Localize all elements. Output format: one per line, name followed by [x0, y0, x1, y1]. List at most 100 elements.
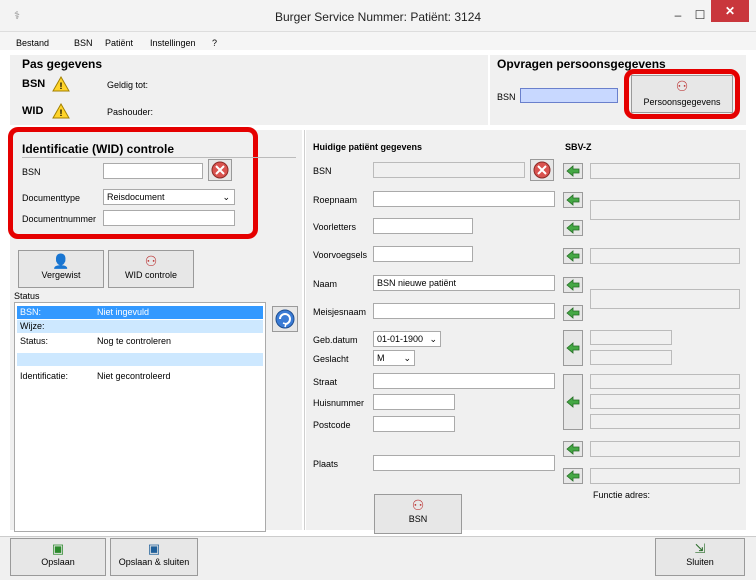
vergewist-button[interactable]: 👤 Vergewist	[18, 250, 104, 288]
status-row[interactable]: Status: Nog te controleren	[17, 335, 263, 348]
status-title: Status	[14, 291, 40, 301]
sluiten-button[interactable]: ⇲ Sluiten	[655, 538, 745, 576]
copy-arrow-button[interactable]	[563, 468, 583, 484]
person-search-icon: ⚇	[411, 497, 425, 513]
sluiten-label: Sluiten	[686, 557, 714, 567]
patient-bsn-label: BSN	[313, 166, 332, 176]
copy-arrow-button[interactable]	[563, 277, 583, 293]
status-row-label: Status:	[20, 336, 49, 346]
status-row-label: Identificatie:	[20, 371, 69, 381]
pas-bsn-label: BSN	[22, 78, 46, 90]
status-row-label: Wijze:	[20, 321, 45, 331]
copy-arrow-button[interactable]	[563, 163, 583, 179]
meisjesnaam-input[interactable]	[373, 303, 555, 319]
status-row-value: Nog te controleren	[97, 336, 172, 346]
sbvz-bsn-field	[590, 163, 740, 179]
docnum-label: Documentnummer	[22, 214, 97, 224]
arrow-left-icon	[566, 222, 580, 234]
copy-arrow-button[interactable]	[563, 305, 583, 321]
persoonsgegevens-button[interactable]: ⚇ Persoonsgegevens	[631, 75, 733, 113]
refresh-button[interactable]	[272, 306, 298, 332]
copy-arrow-button[interactable]	[563, 374, 583, 430]
copy-arrow-button[interactable]	[563, 441, 583, 457]
functie-adres-label: Functie adres:	[593, 490, 651, 500]
straat-label: Straat	[313, 377, 338, 387]
copy-arrow-button[interactable]	[563, 248, 583, 264]
sbvz-roepnaam-voorletters-field	[590, 200, 740, 220]
opslaan-sluiten-button[interactable]: ▣ Opslaan & sluiten	[110, 538, 198, 576]
postcode-input[interactable]	[373, 416, 455, 432]
person-search-icon: ⚇	[144, 253, 158, 269]
naam-label: Naam	[313, 279, 338, 289]
wid-title-rule	[22, 157, 296, 158]
close-button[interactable]: ✕	[711, 0, 749, 22]
geslacht-value: M	[377, 353, 385, 363]
pas-gegevens-title: Pas gegevens	[22, 57, 103, 71]
bsn-button-label: BSN	[408, 514, 428, 524]
status-row[interactable]: Wijze:	[17, 320, 263, 333]
copy-arrow-button[interactable]	[563, 220, 583, 236]
meisjesnaam-label: Meisjesnaam	[313, 307, 367, 317]
clear-icon	[533, 161, 551, 179]
gebdatum-picker[interactable]: 01-01-1900 ⌄	[373, 331, 441, 347]
copy-arrow-button[interactable]	[563, 192, 583, 208]
arrow-left-icon	[566, 470, 580, 482]
clear-icon	[211, 161, 229, 179]
docnum-input[interactable]	[103, 210, 235, 226]
wid-bsn-input[interactable]	[103, 163, 203, 179]
minimize-button[interactable]: –	[667, 4, 689, 26]
save-close-icon: ▣	[147, 541, 161, 556]
gebdatum-label: Geb.datum	[313, 335, 358, 345]
chevron-down-icon: ⌄	[429, 334, 437, 344]
copy-arrow-button[interactable]	[563, 330, 583, 366]
doctype-value: Reisdocument	[107, 192, 165, 202]
bsn-button[interactable]: ⚇ BSN	[374, 494, 462, 534]
straat-input[interactable]	[373, 373, 555, 389]
opslaan-button[interactable]: ▣ Opslaan	[10, 538, 106, 576]
sbvz-naam-field	[590, 289, 740, 309]
naam-value: BSN nieuwe patiënt	[377, 278, 457, 288]
menu-help[interactable]: ?	[212, 38, 217, 48]
status-row[interactable]	[17, 353, 263, 366]
status-row-value: Niet gecontroleerd	[97, 371, 171, 381]
divider	[304, 130, 305, 530]
menu-bsn[interactable]: BSN	[74, 38, 93, 48]
huisnummer-input[interactable]	[373, 394, 455, 410]
arrow-left-icon	[566, 165, 580, 177]
menu-patient[interactable]: Patiënt	[105, 38, 133, 48]
geslacht-select[interactable]: M ⌄	[373, 350, 415, 366]
opvragen-bsn-input[interactable]	[520, 88, 618, 103]
maximize-button[interactable]: ☐	[689, 4, 711, 26]
geldig-label: Geldig tot:	[107, 80, 149, 90]
save-icon: ▣	[51, 541, 65, 556]
huisnummer-label: Huisnummer	[313, 398, 365, 408]
menu-bestand[interactable]: Bestand	[16, 38, 49, 48]
menu-instellingen[interactable]: Instellingen	[150, 38, 196, 48]
sbvz-postcode-field	[590, 414, 740, 429]
status-row[interactable]: Identificatie: Niet gecontroleerd	[17, 370, 263, 383]
status-row-value: Niet ingevuld	[97, 307, 150, 317]
wid-controle-button[interactable]: ⚇ WID controle	[108, 250, 194, 288]
voorvoegsels-input[interactable]	[373, 246, 473, 262]
opslaan-sluiten-label: Opslaan & sluiten	[118, 557, 190, 567]
patient-bsn-input[interactable]	[373, 162, 525, 178]
window-title: Burger Service Nummer: Patiënt: 3124	[274, 10, 482, 24]
persoonsgegevens-label: Persoonsgegevens	[643, 97, 721, 107]
roepnaam-input[interactable]	[373, 191, 555, 207]
clear-patient-bsn-button[interactable]	[530, 159, 554, 181]
sbvz-geslacht-field	[590, 350, 672, 365]
voorletters-input[interactable]	[373, 218, 473, 234]
roepnaam-label: Roepnaam	[313, 195, 358, 205]
pashouder-label: Pashouder:	[107, 107, 154, 117]
doctype-select[interactable]: Reisdocument ⌄	[103, 189, 235, 205]
sbvz-title: SBV-Z	[565, 142, 592, 152]
clear-bsn-button[interactable]	[208, 159, 232, 181]
gebdatum-value: 01-01-1900	[377, 334, 424, 344]
sbvz-straat-field	[590, 374, 740, 389]
naam-input[interactable]: BSN nieuwe patiënt	[373, 275, 555, 291]
arrow-left-icon	[566, 342, 580, 354]
patient-title: Huidige patiënt gegevens	[313, 142, 423, 152]
status-row[interactable]: BSN: Niet ingevuld	[17, 306, 263, 319]
person-icon: 👤	[52, 253, 70, 269]
plaats-input[interactable]	[373, 455, 555, 471]
